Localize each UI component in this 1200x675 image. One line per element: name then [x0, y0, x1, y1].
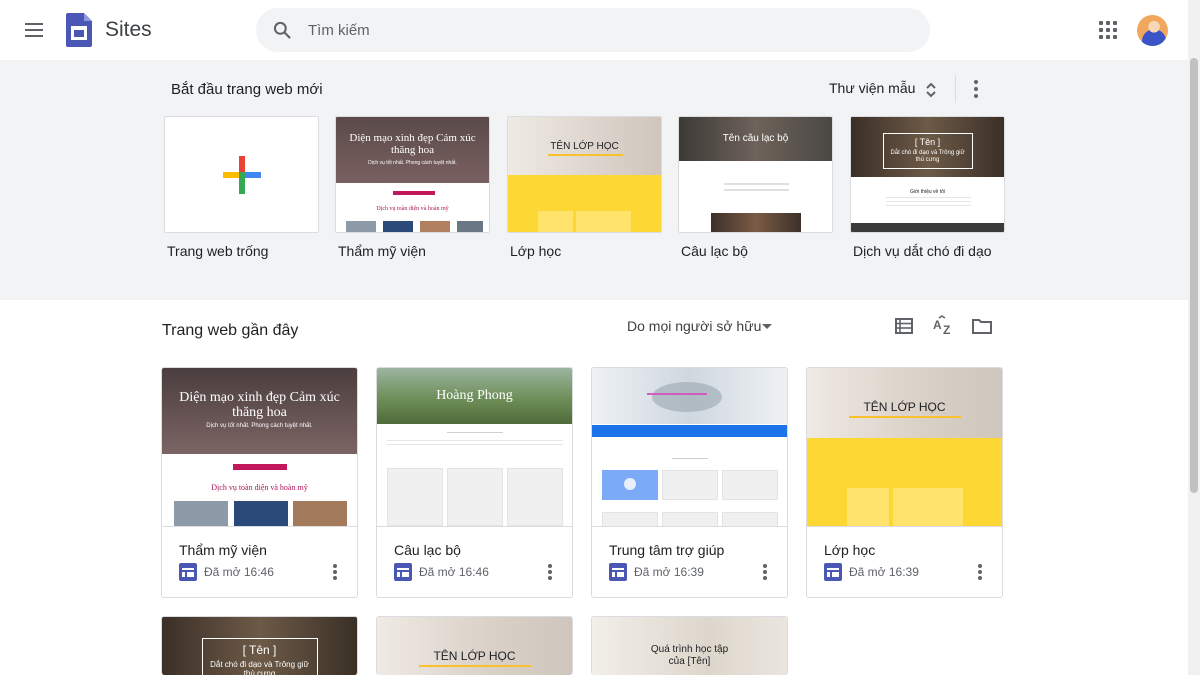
- site-thumbnail[interactable]: TÊN LỚP HỌC: [377, 617, 572, 675]
- thumbnail-section: Giới thiệu về tôi: [910, 189, 945, 195]
- template-label: Dịch vụ dắt chó đi dạo: [853, 243, 992, 259]
- thumbnail-button: [393, 191, 435, 195]
- template-card-salon[interactable]: Diện mạo xinh đẹp Cảm xúc thăng hoa Dịch…: [335, 116, 490, 259]
- site-thumbnail[interactable]: Quá trình học tập của [Tên]: [592, 617, 787, 675]
- thumbnail-section: Dịch vụ toàn diện và hoàn mỹ: [211, 483, 308, 492]
- site-thumbnail[interactable]: Diện mạo xinh đẹp Cảm xúc thăng hoa Dịch…: [162, 368, 357, 527]
- thumbnail-title: TÊN LỚP HỌC: [863, 400, 946, 414]
- thumbnail-title: TÊN LỚP HỌC: [550, 141, 619, 152]
- sites-file-icon: [179, 563, 197, 581]
- avatar[interactable]: [1137, 15, 1168, 46]
- more-options-icon[interactable]: [973, 562, 987, 582]
- last-opened-time: Đã mở 16:39: [634, 565, 704, 579]
- recent-site-card[interactable]: Diện mạo xinh đẹp Cảm xúc thăng hoa Dịch…: [161, 367, 358, 598]
- sites-file-icon: [824, 563, 842, 581]
- scrollbar[interactable]: [1188, 0, 1200, 675]
- top-app-bar: Sites Tìm kiếm: [0, 0, 1188, 60]
- last-opened-time: Đã mở 16:39: [849, 565, 919, 579]
- sites-logo-icon[interactable]: [66, 13, 92, 47]
- last-opened-time: Đã mở 16:46: [204, 565, 274, 579]
- search-icon[interactable]: [272, 20, 292, 40]
- thumbnail-title: [ Tên ]: [914, 137, 941, 147]
- recent-sites-title: Trang web gần đây: [162, 322, 299, 339]
- template-gallery-section: Bắt đầu trang web mới Thư viện mẫu Trang…: [0, 60, 1188, 300]
- site-name: Lớp học: [824, 542, 876, 558]
- thumbnail-subtitle: Dắt chó đi dạo và Trông giữ thú cưng: [210, 660, 309, 675]
- thumbnail-subtitle: Dịch vụ tốt nhất. Phong cách tuyệt nhất.: [206, 423, 313, 429]
- svg-text:Z: Z: [943, 323, 950, 337]
- thumbnail-title: Diện mạo xinh đẹp Cảm xúc thăng hoa: [179, 390, 340, 420]
- list-view-icon[interactable]: [892, 314, 916, 338]
- more-options-icon[interactable]: [966, 78, 986, 100]
- thumbnail-title: [ Tên ]: [242, 643, 277, 657]
- thumbnail-title: Quá trình học tập của [Tên]: [650, 644, 729, 667]
- recent-site-card[interactable]: TÊN LỚP HỌC Lớp học Đã mở 16:39: [806, 367, 1003, 598]
- last-opened-time: Đã mở 16:46: [419, 565, 489, 579]
- thumbnail-title: Diện mạo xinh đẹp Cảm xúc thăng hoa: [349, 132, 476, 156]
- thumbnail-section: Dịch vụ toàn diện và hoàn mỹ: [376, 206, 449, 212]
- thumbnail-title: TÊN LỚP HỌC: [433, 649, 516, 663]
- template-card-club[interactable]: Tên câu lạc bộ Câu lạc bộ: [678, 116, 833, 259]
- more-options-icon[interactable]: [543, 562, 557, 582]
- site-name: Thẩm mỹ viện: [179, 542, 267, 558]
- app-name[interactable]: Sites: [105, 18, 152, 42]
- site-thumbnail[interactable]: TÊN LỚP HỌC: [807, 368, 1002, 527]
- template-thumbnail[interactable]: Tên câu lạc bộ: [678, 116, 833, 233]
- thumbnail-subtitle: Dắt chó đi dạo và Trông giữ thú cưng: [890, 150, 965, 163]
- template-section-title: Bắt đầu trang web mới: [171, 81, 323, 98]
- template-label: Câu lạc bộ: [681, 243, 748, 259]
- template-card-blank[interactable]: Trang web trống: [164, 116, 319, 259]
- template-card-class[interactable]: TÊN LỚP HỌC Lớp học: [507, 116, 662, 259]
- template-label: Thẩm mỹ viện: [338, 243, 426, 259]
- recent-site-card[interactable]: TÊN LỚP HỌC: [376, 616, 573, 675]
- template-label: Trang web trống: [167, 243, 269, 259]
- scrollbar-thumb[interactable]: [1190, 58, 1198, 493]
- sort-az-icon[interactable]: A Z: [931, 314, 955, 338]
- thumbnail-subtitle: Dịch vụ tốt nhất. Phong cách tuyệt nhất.: [368, 160, 457, 166]
- recent-site-card[interactable]: [ Tên ] Dắt chó đi dạo và Trông giữ thú …: [161, 616, 358, 675]
- search-input[interactable]: Tìm kiếm: [308, 22, 370, 39]
- thumbnail-title: Hoàng Phong: [436, 388, 513, 403]
- site-thumbnail[interactable]: [ Tên ] Dắt chó đi dạo và Trông giữ thú …: [162, 617, 357, 675]
- recent-site-card[interactable]: Quá trình học tập của [Tên]: [591, 616, 788, 675]
- dropdown-caret-icon[interactable]: [762, 324, 772, 329]
- template-card-dog-walking[interactable]: [ Tên ] Dắt chó đi dạo và Trông giữ thú …: [850, 116, 1005, 259]
- site-name: Trung tâm trợ giúp: [609, 542, 725, 558]
- apps-grid-icon[interactable]: [1096, 18, 1120, 42]
- sites-file-icon: [609, 563, 627, 581]
- template-thumbnail[interactable]: TÊN LỚP HỌC: [507, 116, 662, 233]
- recent-site-card[interactable]: Trung tâm trợ giúp Đã mở 16:39: [591, 367, 788, 598]
- more-options-icon[interactable]: [328, 562, 342, 582]
- search-bar[interactable]: Tìm kiếm: [256, 8, 930, 52]
- folder-icon[interactable]: [970, 314, 994, 338]
- thumbnail-title: Tên câu lạc bộ: [722, 133, 789, 144]
- template-thumbnail[interactable]: Diện mạo xinh đẹp Cảm xúc thăng hoa Dịch…: [335, 116, 490, 233]
- more-options-icon[interactable]: [758, 562, 772, 582]
- expand-collapse-icon[interactable]: [924, 80, 938, 100]
- template-gallery-button[interactable]: Thư viện mẫu: [829, 80, 915, 96]
- template-thumbnail[interactable]: [164, 116, 319, 233]
- sites-file-icon: [394, 563, 412, 581]
- svg-text:A: A: [933, 318, 942, 332]
- site-name: Câu lạc bộ: [394, 542, 461, 558]
- owner-filter-dropdown[interactable]: Do mọi người sở hữu: [627, 318, 761, 334]
- menu-icon[interactable]: [14, 10, 54, 50]
- site-thumbnail[interactable]: [592, 368, 787, 527]
- template-label: Lớp học: [510, 243, 562, 259]
- template-thumbnail[interactable]: [ Tên ] Dắt chó đi dạo và Trông giữ thú …: [850, 116, 1005, 233]
- recent-site-card[interactable]: Hoàng Phong Câu lạc bộ Đã mở 16:46: [376, 367, 573, 598]
- divider: [955, 75, 956, 103]
- site-thumbnail[interactable]: Hoàng Phong: [377, 368, 572, 527]
- plus-icon: [223, 156, 261, 194]
